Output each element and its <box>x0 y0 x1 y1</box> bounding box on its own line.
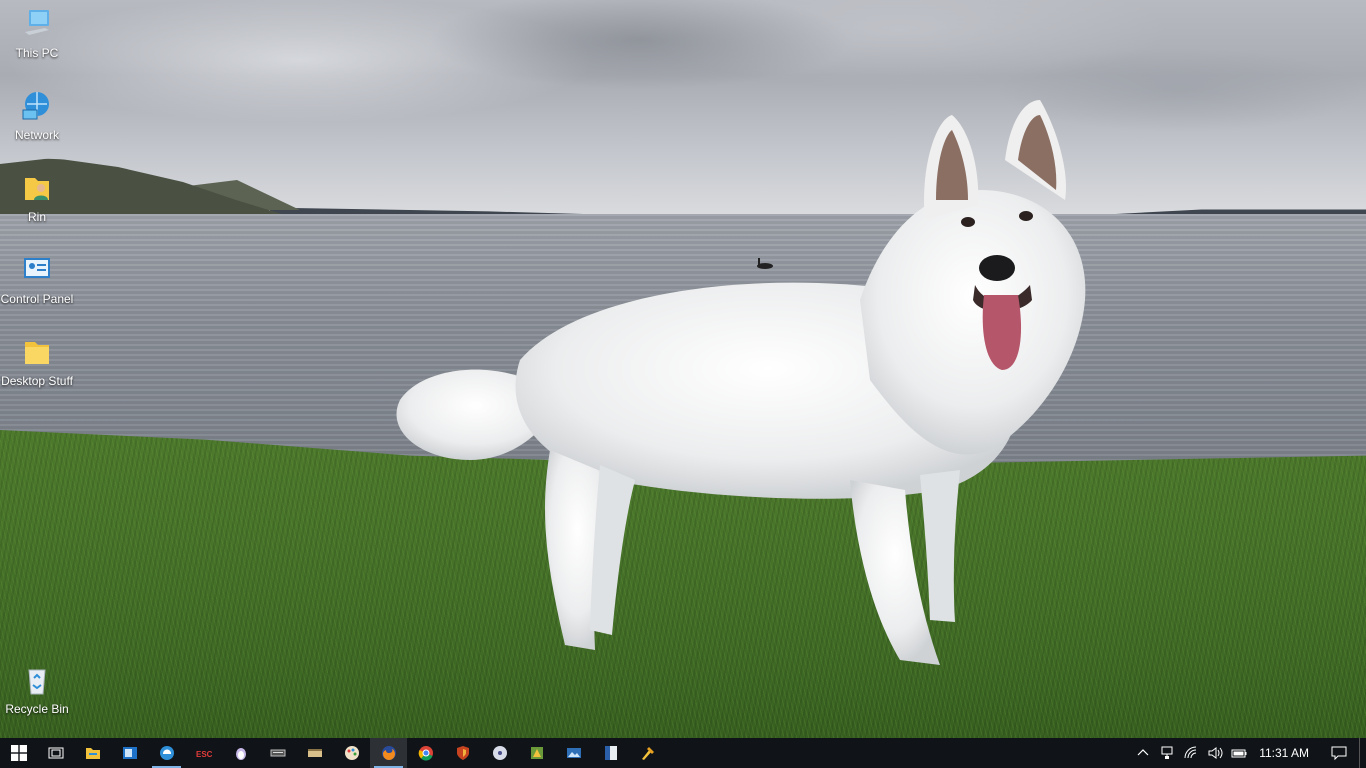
tools-app-icon <box>641 747 654 760</box>
task-view-icon <box>48 747 63 759</box>
action-center-button[interactable] <box>1319 738 1359 768</box>
user-folder-icon <box>25 178 49 200</box>
taskbar-penguin-app[interactable] <box>222 738 259 768</box>
tray-overflow-button[interactable] <box>1131 738 1155 768</box>
paint-app-icon <box>344 746 359 760</box>
desktop-icon-label: This PC <box>15 46 59 60</box>
battery-icon <box>1231 749 1247 758</box>
network-icon <box>22 92 49 120</box>
chevron-up-icon <box>1137 749 1149 756</box>
volume-icon <box>1208 747 1223 759</box>
recycle-bin-icon <box>28 669 46 695</box>
start-button[interactable] <box>0 738 37 768</box>
desktop-icon-label: Desktop Stuff <box>1 374 73 388</box>
taskbar-chrome[interactable] <box>407 738 444 768</box>
taskbar-media-disc[interactable] <box>481 738 518 768</box>
taskbar-scanner-app[interactable] <box>296 738 333 768</box>
windows-logo-icon <box>10 745 27 761</box>
penguin-app-icon <box>235 748 246 760</box>
tray-volume[interactable] <box>1203 738 1227 768</box>
computer-icon <box>25 10 49 35</box>
desktop-icon-label: Control Panel <box>0 292 74 306</box>
action-center-icon <box>1331 746 1347 761</box>
desktop-icon-label: Recycle Bin <box>5 702 69 716</box>
desktop-icon-recycle-bin[interactable]: Recycle Bin <box>0 664 74 717</box>
taskbar-photo-viewer[interactable] <box>555 738 592 768</box>
task-view-button[interactable] <box>37 738 74 768</box>
desktop-wallpaper <box>0 0 1366 738</box>
network-wired-icon <box>1161 746 1173 759</box>
dog-photo-subject <box>396 100 1086 665</box>
taskbar-shield-app[interactable] <box>444 738 481 768</box>
show-desktop-button[interactable] <box>1359 738 1366 768</box>
keyboard-app-icon <box>270 749 285 757</box>
taskbar-esc-app[interactable]: ESC <box>185 738 222 768</box>
taskbar: ESC 11:31 AM <box>0 738 1366 768</box>
tray-battery[interactable] <box>1227 738 1251 768</box>
edge-browser-icon <box>159 746 174 760</box>
desktop-icon-desktop-stuff[interactable]: Desktop Stuff <box>0 336 74 389</box>
desktop-icon-control-panel[interactable]: Control Panel <box>0 254 74 307</box>
taskbar-game-app[interactable] <box>518 738 555 768</box>
file-explorer-icon <box>85 748 100 759</box>
media-disc-icon <box>492 746 507 760</box>
taskbar-edge[interactable] <box>148 738 185 768</box>
taskbar-tools-app[interactable] <box>629 738 666 768</box>
taskbar-document-app[interactable] <box>592 738 629 768</box>
chrome-icon <box>418 746 433 761</box>
firefox-icon <box>381 746 396 760</box>
scanner-app-icon <box>307 749 322 757</box>
control-panel-icon <box>24 258 50 278</box>
tray-network-wired[interactable] <box>1155 738 1179 768</box>
taskbar-file-explorer[interactable] <box>74 738 111 768</box>
taskbar-clock[interactable]: 11:31 AM <box>1251 746 1319 760</box>
taskbar-firefox[interactable] <box>370 738 407 768</box>
taskbar-paint-app[interactable] <box>333 738 370 768</box>
desktop-icon-rin[interactable]: Rin <box>0 172 74 225</box>
esc-app-icon: ESC <box>196 750 212 759</box>
tray-wifi[interactable] <box>1179 738 1203 768</box>
document-app-icon <box>604 746 617 760</box>
folder-icon <box>25 342 49 364</box>
photo-viewer-icon <box>566 748 581 758</box>
outlook-icon <box>122 747 137 759</box>
taskbar-keyboard-app[interactable] <box>259 738 296 768</box>
svg-text:ESC: ESC <box>196 750 212 759</box>
desktop-icon-this-pc[interactable]: This PC <box>0 8 74 61</box>
taskbar-outlook[interactable] <box>111 738 148 768</box>
game-app-icon <box>530 747 543 759</box>
shield-app-icon <box>456 746 469 760</box>
desktop-icon-network[interactable]: Network <box>0 90 74 143</box>
desktop-icon-label: Network <box>14 128 59 142</box>
wifi-icon <box>1184 746 1197 759</box>
desktop-icon-label: Rin <box>27 210 46 224</box>
system-tray: 11:31 AM <box>1131 738 1366 768</box>
